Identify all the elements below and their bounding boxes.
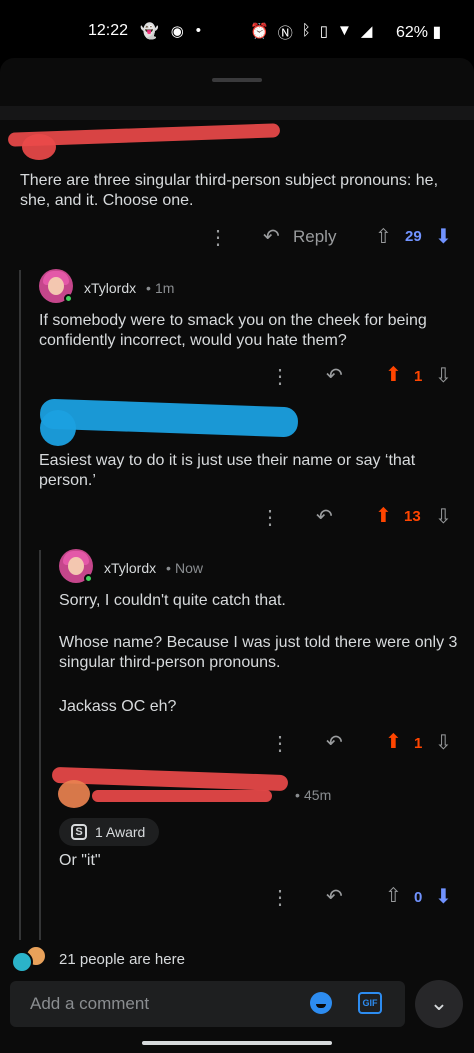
more-options-icon[interactable]: ⋮: [260, 505, 280, 530]
battery-icon: 62% ▮: [396, 24, 442, 41]
award-badge[interactable]: S 1 Award: [59, 818, 159, 846]
comment-time: 45m: [304, 787, 332, 803]
snapchat-icon: 👻: [140, 23, 159, 40]
wifi-icon: ▼: [336, 22, 352, 39]
comment-text-line: Whose name? Because I was just told ther…: [59, 634, 458, 671]
award-label: 1 Award: [95, 824, 146, 840]
comment-score: 29: [405, 228, 422, 245]
nfc-icon: Ⓝ: [277, 25, 293, 42]
comment-text: Or "it": [59, 852, 101, 869]
sheet-grabber[interactable]: [212, 78, 262, 82]
upvote-icon[interactable]: ⇧: [385, 883, 402, 908]
more-options-icon[interactable]: ⋮: [270, 885, 290, 910]
presence-count: 21 people are here: [59, 951, 185, 968]
comment-text: There are three singular third-person su…: [20, 172, 439, 209]
discord-icon: ◉: [170, 23, 184, 40]
comment-input-placeholder: Add a comment: [30, 994, 150, 1013]
presence-avatar: [11, 951, 33, 973]
status-bar: 12:22 👻 ◉ • ⏰ Ⓝ ᛒ ▯ ▼ ◢ 62% ▮: [0, 0, 474, 58]
comment-score: 1: [414, 368, 423, 385]
comment-text: Easiest way to do it is just use their n…: [39, 452, 416, 489]
chevron-down-icon: ⌄: [429, 990, 449, 1015]
downvote-icon[interactable]: ⇩: [435, 504, 452, 529]
comment-username[interactable]: xTylordx: [84, 280, 136, 296]
reply-icon[interactable]: ↶: [263, 224, 280, 249]
comment-score: 13: [404, 508, 421, 525]
notification-icons: 👻 ◉ •: [140, 22, 201, 40]
online-indicator: [84, 574, 93, 583]
comment-separator: •: [166, 560, 171, 576]
comment-input[interactable]: Add a comment: [10, 981, 405, 1027]
thread-line[interactable]: [39, 550, 41, 940]
signal-icon: ◢: [360, 23, 373, 40]
reply-icon[interactable]: ↶: [326, 884, 343, 909]
upvote-icon[interactable]: ⬆: [385, 729, 402, 754]
home-indicator[interactable]: [142, 1041, 332, 1045]
reply-icon[interactable]: ↶: [326, 363, 343, 388]
comment-time: Now: [175, 560, 204, 576]
downvote-icon[interactable]: ⬇: [435, 884, 452, 909]
redacted-avatar: [40, 410, 76, 446]
redacted-username: [92, 790, 272, 802]
comment-username[interactable]: xTylordx: [104, 560, 156, 576]
comment-time: 1m: [155, 280, 175, 296]
reply-icon[interactable]: ↶: [326, 730, 343, 755]
more-options-icon[interactable]: ⋮: [208, 225, 228, 250]
upvote-icon[interactable]: ⬆: [385, 362, 402, 387]
bluetooth-icon: ᛒ: [301, 22, 311, 39]
sheet-divider: [0, 106, 474, 120]
comment-score: 0: [414, 889, 423, 906]
redacted-avatar: [58, 780, 90, 808]
collapse-threads-button[interactable]: ⌄: [415, 980, 463, 1028]
award-icon: S: [71, 824, 87, 840]
comment-separator: •: [146, 280, 151, 296]
comment-score: 1: [414, 735, 423, 752]
thread-line[interactable]: [19, 270, 21, 940]
upvote-icon[interactable]: ⇧: [375, 224, 392, 249]
downvote-icon[interactable]: ⇩: [435, 730, 452, 755]
online-indicator: [64, 294, 73, 303]
comment-separator: •: [295, 787, 300, 803]
comment-text: If somebody were to smack you on the che…: [39, 312, 427, 349]
downvote-icon[interactable]: ⬇: [435, 224, 452, 249]
dot-icon: •: [195, 22, 202, 39]
more-options-icon[interactable]: ⋮: [270, 731, 290, 756]
reply-button[interactable]: Reply: [293, 227, 336, 247]
downvote-icon[interactable]: ⇩: [435, 363, 452, 388]
system-icons: ⏰ Ⓝ ᛒ ▯ ▼ ◢: [250, 22, 372, 43]
reply-icon[interactable]: ↶: [316, 504, 333, 529]
vibrate-icon: ▯: [319, 23, 328, 40]
gif-button[interactable]: GIF: [358, 992, 382, 1014]
status-time: 12:22: [88, 22, 129, 39]
battery-level: 62%: [396, 24, 429, 41]
comment-text-line: Sorry, I couldn't quite catch that.: [59, 592, 286, 609]
upvote-icon[interactable]: ⬆: [375, 503, 392, 528]
alarm-icon: ⏰: [250, 23, 269, 40]
more-options-icon[interactable]: ⋮: [270, 364, 290, 389]
comment-text-line: Jackass OC eh?: [59, 698, 177, 715]
emoji-icon[interactable]: [310, 992, 332, 1014]
redacted-avatar: [22, 134, 56, 160]
